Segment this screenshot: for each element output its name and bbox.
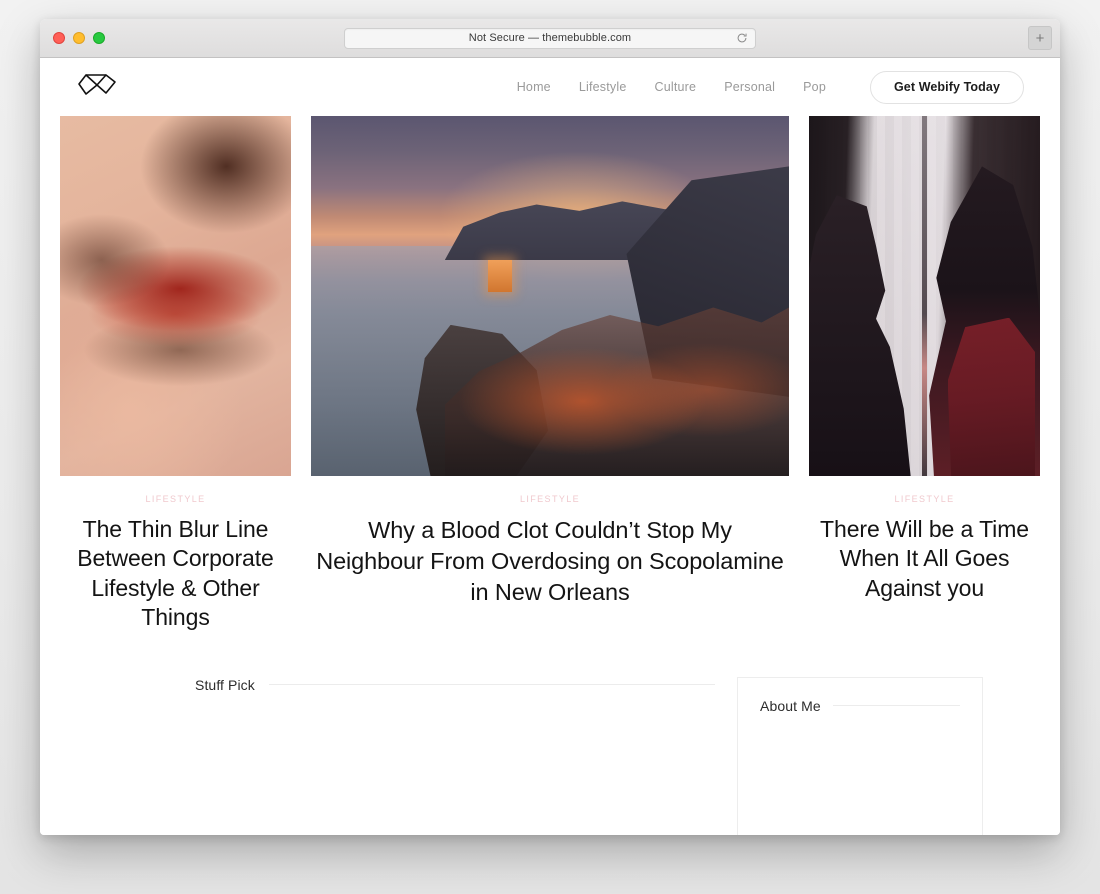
face-closeup-photo bbox=[60, 116, 291, 476]
site-header: Home Lifestyle Culture Personal Pop Get … bbox=[40, 58, 1060, 116]
nav-item-personal[interactable]: Personal bbox=[710, 80, 789, 94]
featured-card: LIFESTYLE The Thin Blur Line Between Cor… bbox=[60, 116, 291, 633]
window-controls bbox=[40, 32, 105, 44]
about-me-heading: About Me bbox=[760, 697, 821, 714]
avatar bbox=[801, 736, 919, 835]
nav-item-lifestyle[interactable]: Lifestyle bbox=[565, 80, 641, 94]
close-window-button[interactable] bbox=[53, 32, 65, 44]
heading-divider bbox=[268, 684, 715, 686]
stuff-pick-heading-row: Stuff Pick bbox=[195, 677, 715, 693]
minimize-window-button[interactable] bbox=[73, 32, 85, 44]
about-heading-row: About Me bbox=[760, 698, 960, 714]
address-bar[interactable]: Not Secure — themebubble.com bbox=[344, 27, 756, 49]
stuff-pick-column: Stuff Pick bbox=[195, 677, 715, 719]
left-silhouette bbox=[809, 195, 911, 476]
nav-item-pop[interactable]: Pop bbox=[789, 80, 840, 94]
lower-content-section: Stuff Pick About Me bbox=[40, 676, 1060, 835]
stuff-pick-heading: Stuff Pick bbox=[195, 676, 255, 693]
address-bar-text: Not Secure — themebubble.com bbox=[468, 32, 632, 44]
desktop-background: Not Secure — themebubble.com + Home Life… bbox=[0, 0, 1100, 894]
browser-titlebar: Not Secure — themebubble.com + bbox=[40, 19, 1060, 58]
featured-card: LIFESTYLE Why a Blood Clot Couldn’t Stop… bbox=[311, 116, 789, 608]
featured-thumbnail[interactable] bbox=[60, 116, 291, 476]
featured-card-meta: LIFESTYLE Why a Blood Clot Couldn’t Stop… bbox=[311, 489, 789, 608]
featured-card-meta: LIFESTYLE There Will be a Time When It A… bbox=[809, 489, 1040, 603]
featured-thumbnail[interactable] bbox=[311, 116, 789, 476]
red-shirt bbox=[947, 317, 1036, 476]
maximize-window-button[interactable] bbox=[93, 32, 105, 44]
heading-divider bbox=[832, 705, 960, 707]
reload-icon[interactable] bbox=[736, 32, 748, 44]
page-viewport: Home Lifestyle Culture Personal Pop Get … bbox=[40, 58, 1060, 835]
sidebar-column: About Me bbox=[737, 676, 983, 835]
main-navigation: Home Lifestyle Culture Personal Pop Get … bbox=[503, 70, 1024, 104]
featured-title[interactable]: There Will be a Time When It All Goes Ag… bbox=[809, 515, 1040, 603]
couple-silhouette-photo bbox=[809, 116, 1040, 476]
category-label[interactable]: LIFESTYLE bbox=[894, 494, 954, 504]
featured-card-meta: LIFESTYLE The Thin Blur Line Between Cor… bbox=[60, 489, 291, 633]
lit-tower bbox=[487, 260, 512, 293]
get-webify-today-button[interactable]: Get Webify Today bbox=[869, 70, 1024, 104]
curtain-gap bbox=[922, 116, 927, 476]
category-label[interactable]: LIFESTYLE bbox=[520, 494, 580, 504]
new-tab-button[interactable]: + bbox=[1028, 26, 1052, 50]
coastal-village-sunset-photo bbox=[311, 116, 789, 476]
nav-item-culture[interactable]: Culture bbox=[641, 80, 711, 94]
browser-window: Not Secure — themebubble.com + Home Life… bbox=[40, 19, 1060, 835]
featured-card: LIFESTYLE There Will be a Time When It A… bbox=[809, 116, 1040, 603]
nav-item-home[interactable]: Home bbox=[503, 80, 565, 94]
about-me-widget: About Me bbox=[737, 676, 983, 835]
featured-title[interactable]: The Thin Blur Line Between Corporate Lif… bbox=[60, 515, 291, 633]
featured-thumbnail[interactable] bbox=[809, 116, 1040, 476]
new-tab-plus-icon: + bbox=[1035, 29, 1045, 47]
category-label[interactable]: LIFESTYLE bbox=[145, 494, 205, 504]
featured-posts-row: LIFESTYLE The Thin Blur Line Between Cor… bbox=[40, 116, 1060, 633]
featured-title[interactable]: Why a Blood Clot Couldn’t Stop My Neighb… bbox=[311, 515, 789, 608]
webify-logo[interactable] bbox=[77, 72, 117, 103]
